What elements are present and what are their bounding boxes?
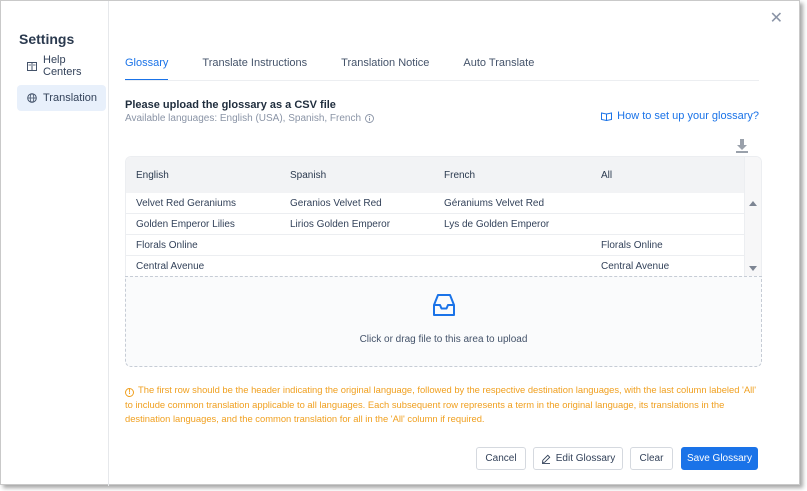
scroll-up-icon[interactable]	[749, 201, 757, 206]
table-cell: Golden Emperor Lilies	[136, 218, 235, 230]
glossary-help-link-text: How to set up your glossary?	[617, 110, 759, 122]
table-cell: Velvet Red Geraniums	[136, 197, 237, 209]
info-icon: !	[125, 388, 134, 397]
edit-icon	[541, 454, 551, 464]
column-header-spanish: Spanish	[290, 169, 327, 181]
table-cell: Géraniums Velvet Red	[444, 197, 545, 209]
save-glossary-button[interactable]: Save Glossary	[681, 447, 758, 470]
table-row: Golden Emperor Lilies Lirios Golden Empe…	[126, 214, 746, 235]
inbox-icon	[433, 294, 455, 316]
edit-glossary-label: Edit Glossary	[555, 453, 616, 464]
table-cell: Lys de Golden Emperor	[444, 218, 550, 230]
upload-dropzone[interactable]: Click or drag file to this area to uploa…	[125, 276, 762, 367]
tab-glossary[interactable]: Glossary	[125, 57, 169, 81]
clear-button[interactable]: Clear	[630, 447, 673, 470]
edit-glossary-button[interactable]: Edit Glossary	[533, 447, 623, 470]
info-icon[interactable]	[365, 114, 375, 123]
column-header-french: French	[444, 169, 476, 181]
upload-title: Please upload the glossary as a CSV file	[125, 99, 336, 111]
tab-translate-instructions[interactable]: Translate Instructions	[202, 57, 307, 81]
download-icon[interactable]	[734, 138, 750, 154]
sidebar-item-label: Translation	[43, 92, 98, 104]
cancel-button[interactable]: Cancel	[476, 447, 526, 470]
available-languages-text: Available languages: English (USA), Span…	[125, 113, 362, 124]
table-scrollbar[interactable]	[744, 157, 761, 276]
table-cell: Florals Online	[136, 239, 198, 251]
table-row: Florals Online Florals Online	[126, 235, 746, 256]
sidebar-title: Settings	[19, 31, 75, 47]
dropzone-text: Click or drag file to this area to uploa…	[359, 334, 528, 345]
tab-auto-translate[interactable]: Auto Translate	[463, 57, 534, 81]
book-icon	[27, 61, 37, 71]
table-cell: Geranios Velvet Red	[290, 197, 382, 209]
globe-icon	[27, 93, 37, 103]
sidebar-item-translation[interactable]: Translation	[17, 85, 106, 111]
sidebar-item-help-centers[interactable]: Help Centers	[17, 53, 106, 79]
scroll-down-icon[interactable]	[749, 266, 757, 271]
tab-bar: Glossary Translate Instructions Translat…	[125, 57, 534, 81]
open-book-icon	[601, 111, 613, 121]
table-cell: Central Avenue	[136, 261, 205, 272]
sidebar-item-label: Help Centers	[43, 54, 82, 78]
glossary-format-note: ! The first row should be the header indi…	[125, 383, 765, 427]
sidebar: Settings Help Centers Translation	[1, 1, 109, 486]
glossary-table: English Spanish French All Velvet Red Ge…	[125, 156, 762, 276]
available-languages: Available languages: English (USA), Span…	[125, 113, 375, 124]
note-text: The first row should be the header indic…	[125, 384, 757, 424]
tab-translation-notice[interactable]: Translation Notice	[341, 57, 429, 81]
glossary-help-link[interactable]: How to set up your glossary?	[601, 110, 759, 122]
settings-dialog: ✕ Settings Help Centers Translation Glos…	[0, 0, 800, 486]
table-cell: Lirios Golden Emperor	[290, 218, 391, 230]
column-header-english: English	[136, 169, 169, 181]
tab-divider	[125, 80, 759, 81]
table-row: Velvet Red Geraniums Geranios Velvet Red…	[126, 193, 746, 214]
close-icon[interactable]: ✕	[770, 11, 783, 27]
column-header-all: All	[601, 169, 613, 181]
table-cell: Florals Online	[601, 239, 663, 251]
table-cell: Central Avenue	[601, 261, 670, 272]
table-header: English Spanish French All	[126, 157, 746, 193]
table-row: Central Avenue Central Avenue	[126, 256, 746, 276]
